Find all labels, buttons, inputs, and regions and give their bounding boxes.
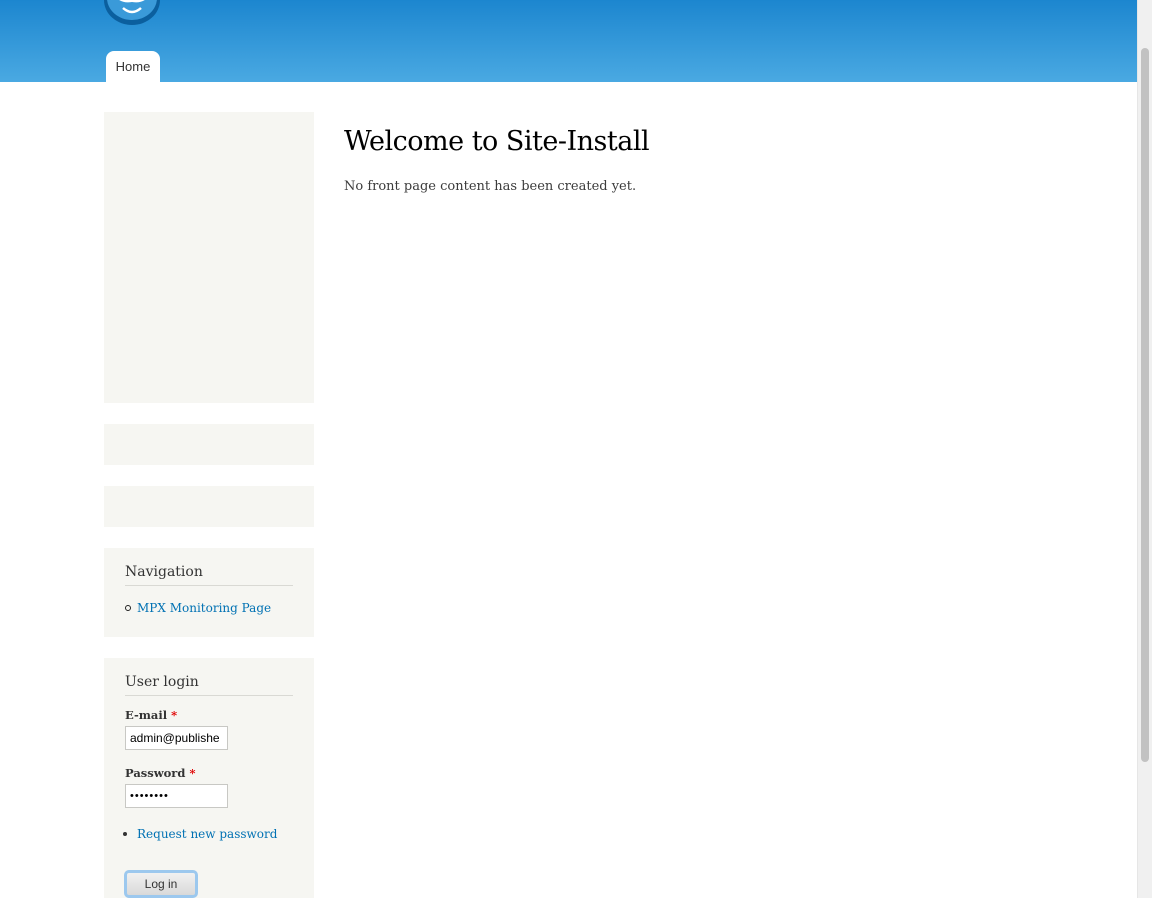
navigation-block: Navigation MPX Monitoring Page <box>104 548 314 637</box>
nav-link-label: MPX Monitoring Page <box>137 601 272 615</box>
drupal-logo-icon[interactable] <box>103 0 161 26</box>
user-login-title: User login <box>125 674 293 696</box>
sidebar-region-top <box>104 112 314 403</box>
bullet-icon <box>125 605 131 611</box>
page-title: Welcome to Site-Install <box>344 126 650 157</box>
main-menu: Home <box>106 51 160 82</box>
nav-link-mpx-monitoring[interactable]: MPX Monitoring Page <box>125 601 271 615</box>
navigation-block-title: Navigation <box>125 564 293 586</box>
site-header: Home <box>0 0 1137 82</box>
scrollbar-thumb[interactable] <box>1141 48 1149 762</box>
email-field[interactable]: admin@publishe <box>125 726 228 750</box>
email-label: E-mail * <box>125 708 178 722</box>
user-login-block: User login E-mail * admin@publishe Passw… <box>104 658 314 898</box>
required-marker: * <box>189 766 196 780</box>
vertical-scrollbar[interactable] <box>1137 0 1152 898</box>
front-page-message: No front page content has been created y… <box>344 179 637 194</box>
sidebar-block-empty <box>104 486 314 527</box>
login-button[interactable]: Log in <box>124 870 198 898</box>
tab-home[interactable]: Home <box>106 51 160 82</box>
password-field[interactable]: •••••••• <box>125 784 228 808</box>
required-marker: * <box>171 708 178 722</box>
sidebar-block-empty <box>104 424 314 465</box>
password-label: Password * <box>125 766 196 780</box>
bullet-icon <box>123 832 127 836</box>
request-new-password-link[interactable]: Request new password <box>123 827 277 841</box>
